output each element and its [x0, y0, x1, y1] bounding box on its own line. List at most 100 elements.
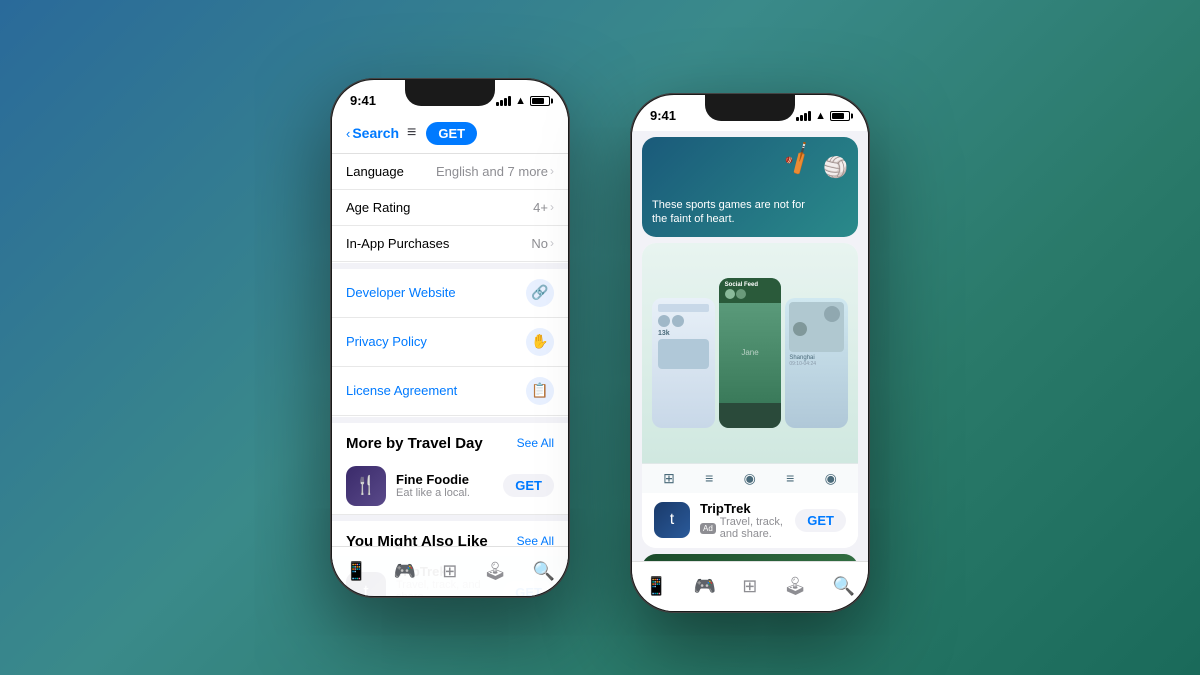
ball-icon: 🏐	[823, 155, 848, 180]
chevron-icon-3: ›	[550, 236, 554, 250]
language-label: Language	[346, 164, 404, 179]
age-rating-label: Age Rating	[346, 200, 410, 215]
fine-foodie-desc: Eat like a local.	[396, 487, 493, 499]
signal-icon	[496, 96, 511, 106]
phone-1: 9:41 ▲ ‹ Search ≡	[330, 78, 570, 598]
card-tab-icon-4: ≡	[786, 470, 794, 487]
links-section: Developer Website 🔗 Privacy Policy ✋ Lic…	[332, 269, 568, 416]
tab-arcade[interactable]: 🕹	[483, 561, 506, 582]
card-tab-icon-5: ◉	[825, 470, 837, 487]
developer-website-row[interactable]: Developer Website 🔗	[332, 269, 568, 318]
trip-screenshots: 13k Social Feed	[642, 243, 858, 463]
privacy-policy-row[interactable]: Privacy Policy ✋	[332, 318, 568, 367]
triptrek-name-2: TripTrek	[700, 501, 785, 516]
notch-1	[405, 80, 495, 106]
info-section: Language English and 7 more › Age Rating…	[332, 154, 568, 262]
wifi-icon: ▲	[515, 95, 526, 107]
developer-website-label: Developer Website	[346, 285, 456, 300]
sports-text-2: the faint of heart.	[652, 212, 805, 226]
fine-foodie-get[interactable]: GET	[503, 474, 554, 497]
license-agreement-label: License Agreement	[346, 383, 457, 398]
more-section-header: More by Travel Day See All	[332, 423, 568, 458]
iap-value: No ›	[531, 236, 554, 251]
tab2-apps[interactable]: ⊞	[742, 576, 757, 597]
wifi-icon-2: ▲	[815, 110, 826, 122]
license-agreement-row[interactable]: License Agreement 📋	[332, 367, 568, 416]
fine-foodie-info: Fine Foodie Eat like a local.	[396, 472, 493, 499]
back-button[interactable]: ‹ Search	[346, 125, 399, 141]
screenshot-left: 13k	[652, 298, 715, 428]
status-icons-1: ▲	[496, 95, 550, 107]
arcade-tab-icon-2: 🕹	[783, 576, 806, 597]
triptrek-icon-2: t	[654, 502, 690, 538]
today-tab-icon-2: 📱	[645, 576, 667, 597]
iap-label: In-App Purchases	[346, 236, 449, 251]
status-icons-2: ▲	[796, 110, 850, 122]
tab-today[interactable]: 📱	[345, 561, 367, 582]
tab-games[interactable]: 🎮	[394, 561, 416, 582]
iap-row: In-App Purchases No ›	[332, 226, 568, 262]
privacy-policy-label: Privacy Policy	[346, 334, 427, 349]
nav-bar-1: ‹ Search ≡ GET	[332, 116, 568, 154]
tab2-search[interactable]: 🔍	[833, 576, 855, 597]
apps-tab-icon-2: ⊞	[742, 576, 757, 597]
document-icon: 📋	[526, 377, 554, 405]
search-tab-icon: 🔍	[533, 561, 555, 582]
playing-card[interactable]: WHAT WE'RE PLAYING Jump Into the Driver'…	[642, 554, 858, 561]
sports-items: 🏏 🏐	[787, 145, 848, 180]
bat-icon: 🏏	[780, 139, 823, 184]
screenshot-center: Social Feed Jane	[719, 278, 782, 428]
language-row: Language English and 7 more ›	[332, 154, 568, 190]
fine-foodie-row: 🍴 Fine Foodie Eat like a local. GET	[332, 458, 568, 515]
tab-bar-2: 📱 🎮 ⊞ 🕹 🔍	[632, 561, 868, 611]
more-see-all[interactable]: See All	[517, 436, 554, 450]
trip-app-info: TripTrek Ad Travel, track, and share.	[700, 501, 785, 540]
time-1: 9:41	[350, 93, 376, 108]
link-icon: 🔗	[526, 279, 554, 307]
age-rating-value: 4+ ›	[533, 200, 554, 215]
nav-icons: ≡ GET	[407, 122, 477, 145]
age-rating-row: Age Rating 4+ ›	[332, 190, 568, 226]
filter-icon[interactable]: ≡	[407, 124, 416, 142]
language-value: English and 7 more ›	[436, 164, 554, 179]
battery-icon	[530, 96, 550, 106]
tab-bar-1: 📱 🎮 ⊞ 🕹 🔍	[332, 546, 568, 596]
today-tab-icon: 📱	[345, 561, 367, 582]
card-tab-icon-2: ≡	[705, 470, 713, 487]
card-tab-icon-3: ◉	[744, 470, 756, 487]
triptrek-desc-2: Travel, track, and share.	[720, 516, 785, 540]
triptrek-get-2[interactable]: GET	[795, 509, 846, 532]
more-title: More by Travel Day	[346, 435, 483, 452]
card-tab-icon-1: ⊞	[663, 470, 675, 487]
search-tab-icon-2: 🔍	[833, 576, 855, 597]
hand-icon: ✋	[526, 328, 554, 356]
signal-icon-2	[796, 111, 811, 121]
social-feed-label: Social Feed	[725, 282, 776, 288]
screenshot-right: Shanghai 09:10-04:24	[785, 298, 848, 428]
tab2-games[interactable]: 🎮	[694, 576, 716, 597]
trip-app-row: t TripTrek Ad Travel, track, and share. …	[642, 493, 858, 548]
fine-foodie-name: Fine Foodie	[396, 472, 493, 487]
back-label[interactable]: Search	[352, 125, 399, 141]
games-tab-icon-2: 🎮	[694, 576, 716, 597]
notch-2	[705, 95, 795, 121]
get-button-top[interactable]: GET	[426, 122, 477, 145]
battery-icon-2	[830, 111, 850, 121]
chevron-icon-2: ›	[550, 200, 554, 214]
ad-badge-2: Ad	[700, 523, 716, 534]
chevron-icon: ›	[550, 164, 554, 178]
tab-search[interactable]: 🔍	[533, 561, 555, 582]
sports-card[interactable]: 🏏 🏐 These sports games are not for the f…	[642, 137, 858, 237]
tab2-today[interactable]: 📱	[645, 576, 667, 597]
sports-card-bg: 🏏 🏐 These sports games are not for the f…	[642, 137, 858, 237]
apps-tab-icon: ⊞	[442, 561, 457, 582]
time-2: 9:41	[650, 108, 676, 123]
fine-foodie-icon: 🍴	[346, 466, 386, 506]
sports-card-text: These sports games are not for the faint…	[652, 198, 805, 227]
tab2-arcade[interactable]: 🕹	[783, 576, 806, 597]
phone-2: 9:41 ▲ 🏏 🏐	[630, 93, 870, 613]
games-tab-icon: 🎮	[394, 561, 416, 582]
tab-apps[interactable]: ⊞	[442, 561, 457, 582]
chevron-left-icon: ‹	[346, 126, 350, 141]
sports-text-1: These sports games are not for	[652, 198, 805, 212]
